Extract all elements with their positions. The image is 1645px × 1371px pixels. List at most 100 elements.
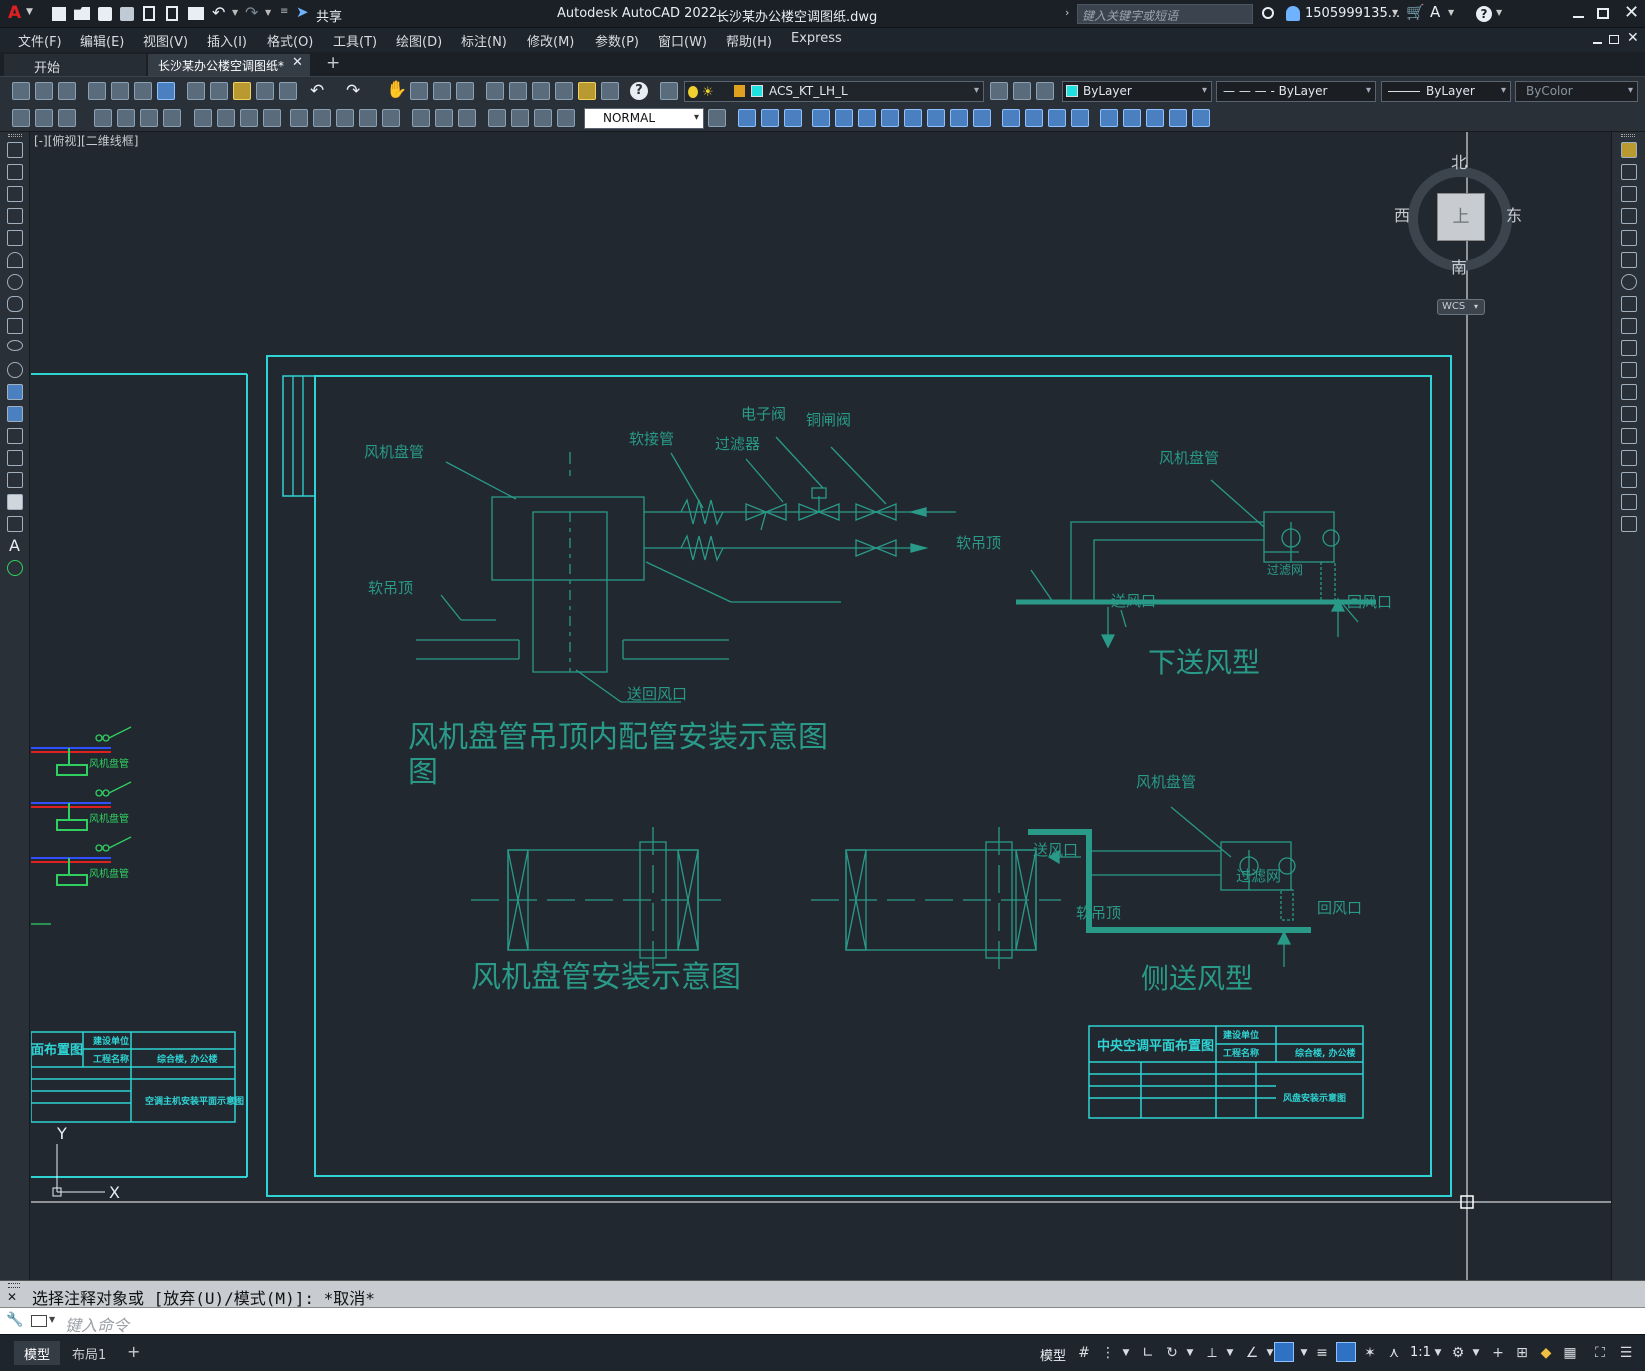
viewcube-south[interactable]: 南	[1451, 254, 1467, 278]
stretch-icon[interactable]	[1621, 318, 1637, 334]
cmd-prompt-icon[interactable]	[31, 1315, 47, 1327]
redo-tb-icon[interactable]: ↷	[346, 81, 360, 101]
scale-dropdown-icon[interactable]: ▼	[1430, 1345, 1446, 1361]
save-icon[interactable]	[98, 7, 112, 21]
linetype-dropdown[interactable]: — — — - ByLayer ▾	[1216, 81, 1376, 102]
region-icon[interactable]	[7, 494, 23, 510]
menu-format[interactable]: 格式(O)	[267, 31, 313, 50]
explode-icon[interactable]	[1621, 516, 1637, 532]
offset-faces-icon[interactable]	[858, 109, 876, 127]
menu-express[interactable]: Express	[791, 31, 842, 46]
dim-ordinate-icon[interactable]	[94, 109, 112, 127]
dim-override-icon[interactable]	[534, 109, 552, 127]
undo-icon[interactable]: ↶	[212, 3, 225, 22]
layer-properties-icon[interactable]	[660, 82, 678, 100]
rectangle-icon[interactable]	[7, 230, 23, 246]
menu-modify[interactable]: 修改(M)	[527, 31, 574, 50]
insert-block-icon[interactable]	[7, 384, 23, 400]
undo-tb-icon[interactable]: ↶	[310, 81, 324, 101]
menu-parametric[interactable]: 参数(P)	[595, 31, 639, 50]
menu-window[interactable]: 窗口(W)	[658, 31, 707, 50]
scale-icon[interactable]	[1621, 296, 1637, 312]
layer-iso-icon[interactable]	[1013, 82, 1031, 100]
tab-start[interactable]: 开始	[4, 54, 146, 76]
color-dropdown[interactable]: ByLayer ▾	[1062, 81, 1212, 102]
annotation-visibility-icon[interactable]	[1336, 1342, 1356, 1362]
menu-help[interactable]: 帮助(H)	[726, 31, 772, 50]
dim-diameter-icon[interactable]	[163, 109, 181, 127]
table-icon[interactable]	[7, 516, 23, 532]
imprint-icon[interactable]	[1002, 109, 1020, 127]
revcloud-icon[interactable]	[7, 296, 23, 312]
extend-icon[interactable]	[1621, 362, 1637, 378]
redo-dropdown-icon[interactable]: ▼	[265, 8, 271, 17]
redo-icon[interactable]: ↷	[245, 3, 258, 22]
ortho-icon[interactable]: ∟	[1140, 1345, 1156, 1361]
menu-dimension[interactable]: 标注(N)	[461, 31, 507, 50]
ellipse-arc-icon[interactable]	[7, 362, 23, 378]
slice-icon[interactable]	[1123, 109, 1141, 127]
subtract-icon[interactable]	[761, 109, 779, 127]
command-input[interactable]: 键入命令	[65, 1312, 129, 1336]
hatch-icon[interactable]	[7, 450, 23, 466]
dim-arc-icon[interactable]	[58, 109, 76, 127]
dim-aligned-icon[interactable]	[35, 109, 53, 127]
help-tb-icon[interactable]: ?	[630, 82, 648, 100]
customize-icon[interactable]: ≡	[280, 6, 288, 17]
tolerance-icon[interactable]	[336, 109, 354, 127]
copy-faces-icon[interactable]	[950, 109, 968, 127]
dim-angular-icon[interactable]	[194, 109, 212, 127]
erase-icon[interactable]	[1621, 142, 1637, 158]
section-icon[interactable]	[1146, 109, 1164, 127]
layer-previous-icon[interactable]	[990, 82, 1008, 100]
annotation-monitor-icon[interactable]: +	[1490, 1345, 1506, 1361]
dim-update-icon[interactable]	[488, 109, 506, 127]
export-icon[interactable]	[166, 6, 178, 21]
dim-baseline-icon[interactable]	[240, 109, 258, 127]
new-icon[interactable]	[52, 7, 66, 21]
layer-match-icon[interactable]	[1036, 82, 1054, 100]
jogged-linear-icon[interactable]	[412, 109, 430, 127]
fillet-icon[interactable]	[1621, 472, 1637, 488]
lineweight-dropdown[interactable]: ByLayer ▾	[1381, 81, 1511, 102]
command-line[interactable]: 🔧 ▼ 键入命令	[0, 1307, 1645, 1336]
mirror-icon[interactable]	[1621, 186, 1637, 202]
menu-view[interactable]: 视图(V)	[143, 31, 188, 50]
logo-dropdown-icon[interactable]: ▼	[26, 7, 33, 17]
dim-style-icon[interactable]	[511, 109, 529, 127]
isodraft-icon[interactable]: ⟂	[1204, 1345, 1220, 1361]
plot-icon[interactable]	[188, 7, 204, 20]
array-icon[interactable]	[1621, 230, 1637, 246]
circle-icon[interactable]	[7, 274, 23, 290]
spline-icon[interactable]	[7, 318, 23, 334]
viewcube-east[interactable]: 东	[1506, 202, 1522, 226]
copy-object-icon[interactable]	[1621, 164, 1637, 180]
inspection-icon[interactable]	[382, 109, 400, 127]
union-icon[interactable]	[738, 109, 756, 127]
sheetset-icon[interactable]	[555, 82, 573, 100]
snap-icon[interactable]: ⋮	[1100, 1345, 1116, 1361]
open-icon[interactable]	[74, 7, 90, 20]
dim-space-icon[interactable]	[290, 109, 308, 127]
dim-continue-icon[interactable]	[263, 109, 281, 127]
designcenter-icon[interactable]	[509, 82, 527, 100]
hardware-accel-icon[interactable]: ▦	[1562, 1345, 1578, 1361]
menu-draw[interactable]: 绘图(D)	[396, 31, 442, 50]
cmd-settings-icon[interactable]: 🔧	[6, 1312, 23, 1328]
dim-radius-icon[interactable]	[117, 109, 135, 127]
maximize-icon[interactable]	[1597, 8, 1609, 19]
grid-icon[interactable]: #	[1076, 1345, 1092, 1361]
zoom-realtime-icon[interactable]	[410, 82, 428, 100]
lineweight-toggle-icon[interactable]: ≡	[1314, 1345, 1330, 1361]
ellipse-icon[interactable]	[7, 340, 23, 351]
dim-break-icon[interactable]	[313, 109, 331, 127]
search-input[interactable]: 键入关键字或短语	[1082, 7, 1178, 24]
menu-insert[interactable]: 插入(I)	[207, 31, 247, 50]
rotate-icon[interactable]	[1621, 274, 1637, 290]
quick-properties-icon[interactable]: ◆	[1538, 1345, 1554, 1361]
dim-edit-icon[interactable]	[435, 109, 453, 127]
dimstyle-dropdown[interactable]: NORMAL ▾	[584, 108, 704, 129]
share-button[interactable]: 共享	[316, 6, 342, 25]
interfere-icon[interactable]	[1169, 109, 1187, 127]
autodesk-a360-icon[interactable]: A	[1430, 3, 1440, 21]
